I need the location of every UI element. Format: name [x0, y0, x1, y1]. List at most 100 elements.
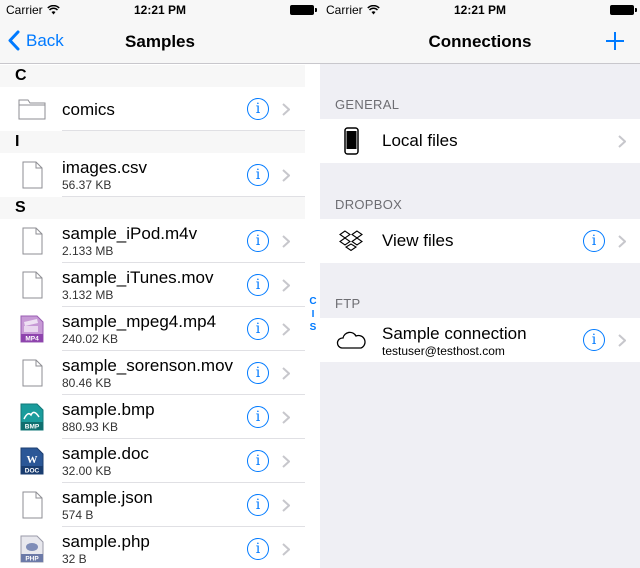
- info-icon[interactable]: i: [247, 230, 269, 252]
- local-files-label: Local files: [382, 131, 458, 150]
- status-time: 12:21 PM: [133, 3, 187, 17]
- section-index[interactable]: C I S: [306, 295, 320, 334]
- file-size: 2.133 MB: [62, 244, 114, 258]
- navigation-bar: Connections: [320, 20, 640, 64]
- chevron-right-icon: [282, 103, 290, 116]
- add-connection-button[interactable]: [604, 30, 626, 52]
- chevron-right-icon: [282, 499, 290, 512]
- status-bar: Carrier 12:21 PM: [0, 0, 320, 20]
- file-size: 56.37 KB: [62, 178, 112, 192]
- file-list: C comics i I images.csv 56.37 KB i S sam…: [0, 65, 305, 568]
- connections-screen: Carrier 12:21 PM Connections GENERAL Loc…: [320, 0, 640, 568]
- chevron-right-icon: [282, 455, 290, 468]
- file-size: 240.02 KB: [62, 332, 119, 346]
- info-icon[interactable]: i: [247, 274, 269, 296]
- file-icon: [22, 491, 43, 519]
- file-row-sample-bmp[interactable]: BMP sample.bmp 880.93 KB i: [0, 395, 305, 439]
- file-size: 880.93 KB: [62, 420, 119, 434]
- info-icon[interactable]: i: [247, 318, 269, 340]
- chevron-right-icon: [282, 323, 290, 336]
- doc-badge-label: DOC: [25, 468, 40, 475]
- page-title: Connections: [428, 32, 532, 51]
- file-row-sample-mpeg4[interactable]: MP4 sample_mpeg4.mp4 240.02 KB i: [0, 307, 305, 351]
- file-name: images.csv: [62, 158, 148, 177]
- info-icon[interactable]: i: [247, 494, 269, 516]
- file-icon: [22, 227, 43, 255]
- group-label-ftp: FTP: [335, 296, 361, 311]
- section-header-c: C: [0, 65, 305, 87]
- info-icon[interactable]: i: [247, 164, 269, 186]
- chevron-right-icon: [282, 169, 290, 182]
- section-header-s: S: [0, 197, 305, 219]
- dropbox-icon: [339, 230, 363, 252]
- samples-screen: Carrier 12:21 PM Back Samples C comics i…: [0, 0, 320, 568]
- chevron-right-icon: [618, 235, 626, 248]
- file-size: 3.132 MB: [62, 288, 114, 302]
- file-name: comics: [62, 100, 115, 119]
- local-files-row[interactable]: Local files: [320, 119, 640, 163]
- battery-icon: [610, 5, 637, 15]
- sample-connection-label: Sample connection: [382, 324, 527, 343]
- file-row-sample-sorenson[interactable]: sample_sorenson.mov 80.46 KB i: [0, 351, 305, 395]
- info-icon[interactable]: i: [583, 230, 605, 252]
- bmp-badge-label: BMP: [25, 424, 40, 431]
- page-title: Samples: [125, 32, 195, 51]
- view-files-label: View files: [382, 231, 454, 250]
- file-name: sample.php: [62, 532, 150, 551]
- iphone-icon: [344, 127, 359, 155]
- file-name: sample_sorenson.mov: [62, 356, 234, 375]
- chevron-right-icon: [282, 235, 290, 248]
- bmp-file-icon: BMP: [20, 403, 44, 431]
- php-file-icon: PHP: [20, 535, 44, 563]
- index-letter-c[interactable]: C: [306, 295, 320, 308]
- file-name: sample.bmp: [62, 400, 155, 419]
- ftp-sample-connection-row[interactable]: Sample connection testuser@testhost.com …: [320, 318, 640, 362]
- dropbox-view-files-row[interactable]: View files i: [320, 219, 640, 263]
- navigation-bar: Back Samples: [0, 20, 320, 64]
- info-icon[interactable]: i: [247, 362, 269, 384]
- connection-host-label: testuser@testhost.com: [382, 344, 505, 358]
- info-icon[interactable]: i: [247, 538, 269, 560]
- doc-file-icon: W DOC: [20, 447, 44, 475]
- file-size: 574 B: [62, 508, 94, 522]
- file-size: 80.46 KB: [62, 376, 112, 390]
- php-badge-label: PHP: [25, 556, 39, 563]
- index-letter-s[interactable]: S: [306, 321, 320, 334]
- file-row-sample-php[interactable]: PHP sample.php 32 B i: [0, 527, 305, 568]
- doc-badge-letter: W: [27, 454, 38, 466]
- chevron-right-icon: [282, 543, 290, 556]
- file-icon: [22, 359, 43, 387]
- file-row-sample-ipod[interactable]: sample_iPod.m4v 2.133 MB i: [0, 219, 305, 263]
- group-label-general: GENERAL: [335, 97, 400, 112]
- file-row-images-csv[interactable]: images.csv 56.37 KB i: [0, 153, 305, 197]
- info-icon[interactable]: i: [583, 329, 605, 351]
- section-header-i: I: [0, 131, 305, 153]
- chevron-right-icon: [618, 334, 626, 347]
- file-row-sample-doc[interactable]: W DOC sample.doc 32.00 KB i: [0, 439, 305, 483]
- folder-icon: [18, 99, 46, 120]
- file-size: 32.00 KB: [62, 464, 112, 478]
- status-bar: Carrier 12:21 PM: [320, 0, 640, 20]
- file-row-sample-itunes[interactable]: sample_iTunes.mov 3.132 MB i: [0, 263, 305, 307]
- file-name: sample_mpeg4.mp4: [62, 312, 217, 331]
- cloud-icon: [336, 331, 366, 349]
- chevron-right-icon: [282, 367, 290, 380]
- mp4-badge-label: MP4: [25, 336, 39, 343]
- info-icon[interactable]: i: [247, 450, 269, 472]
- file-row-sample-json[interactable]: sample.json 574 B i: [0, 483, 305, 527]
- index-letter-i[interactable]: I: [306, 308, 320, 321]
- file-icon: [22, 161, 43, 189]
- file-name: sample.json: [62, 488, 153, 507]
- group-label-dropbox: DROPBOX: [335, 197, 403, 212]
- mp4-file-icon: MP4: [20, 315, 44, 343]
- chevron-right-icon: [282, 411, 290, 424]
- info-icon[interactable]: i: [247, 98, 269, 120]
- file-size: 32 B: [62, 552, 87, 566]
- file-name: sample_iPod.m4v: [62, 224, 198, 243]
- file-name: sample.doc: [62, 444, 149, 463]
- file-row-comics[interactable]: comics i: [0, 87, 305, 131]
- chevron-right-icon: [618, 135, 626, 148]
- info-icon[interactable]: i: [247, 406, 269, 428]
- file-icon: [22, 271, 43, 299]
- file-name: sample_iTunes.mov: [62, 268, 214, 287]
